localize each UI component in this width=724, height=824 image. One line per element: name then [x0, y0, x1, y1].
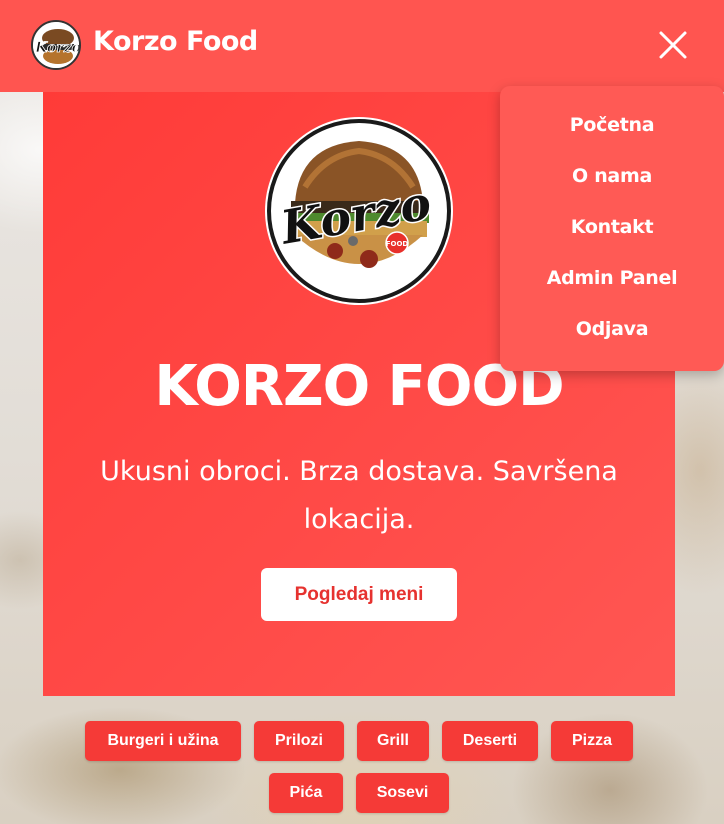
- category-pica[interactable]: Pića: [269, 773, 343, 813]
- menu-item-kontakt[interactable]: Kontakt: [500, 216, 724, 238]
- menu-item-odjava[interactable]: Odjava: [500, 318, 724, 340]
- hero-subtitle: Ukusni obroci. Brza dostava. Savršena lo…: [100, 456, 618, 535]
- dropdown-nav-menu: Početna O nama Kontakt Admin Panel Odjav…: [500, 86, 724, 371]
- category-prilozi[interactable]: Prilozi: [254, 721, 344, 761]
- menu-item-o-nama[interactable]: O nama: [500, 165, 724, 187]
- category-burgeri-i-uzina[interactable]: Burgeri i užina: [85, 721, 241, 761]
- svg-text:Korzo: Korzo: [34, 40, 81, 56]
- svg-text:FOOD: FOOD: [386, 240, 409, 248]
- category-pizza[interactable]: Pizza: [551, 721, 633, 761]
- close-menu-button[interactable]: [652, 24, 694, 66]
- brand-logo-icon[interactable]: Korzo: [31, 20, 81, 70]
- menu-item-admin-panel[interactable]: Admin Panel: [500, 267, 724, 289]
- hero-logo-icon: Korzo FOOD: [265, 117, 453, 305]
- category-deserti[interactable]: Deserti: [442, 721, 538, 761]
- top-navbar: Korzo Korzo Food: [0, 0, 724, 92]
- view-menu-button[interactable]: Pogledaj meni: [261, 568, 457, 621]
- menu-item-pocetna[interactable]: Početna: [500, 114, 724, 136]
- category-grill[interactable]: Grill: [357, 721, 429, 761]
- brand-name[interactable]: Korzo Food: [93, 26, 258, 57]
- close-icon: [659, 31, 687, 59]
- category-sosevi[interactable]: Sosevi: [356, 773, 449, 813]
